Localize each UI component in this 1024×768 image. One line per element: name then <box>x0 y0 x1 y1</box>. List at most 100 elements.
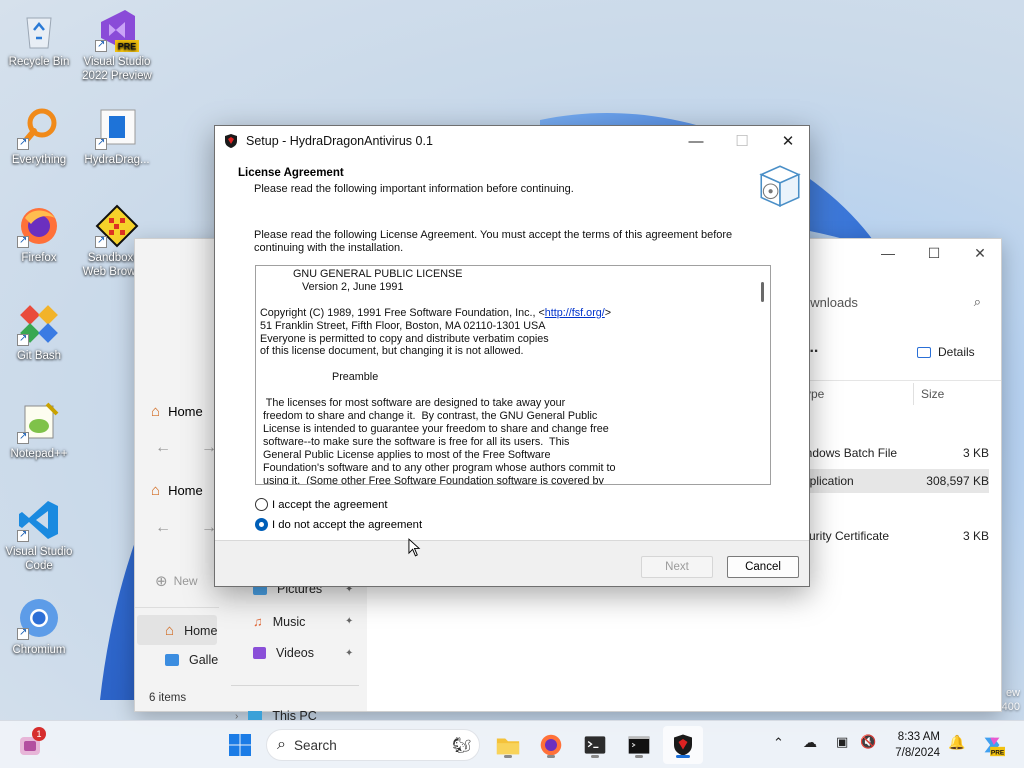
explorer-nav-pane <box>219 579 367 711</box>
search-icon: ⌕ <box>277 736 286 753</box>
taskbar-clock[interactable]: 8:33 AM 7/8/2024 <box>895 729 940 761</box>
copilot-icon: PRE <box>984 737 1005 756</box>
cancel-button[interactable]: Cancel <box>727 556 799 578</box>
radio-decline-circle[interactable] <box>255 518 268 531</box>
back-arrow-icon[interactable]: ← <box>155 519 171 537</box>
taskbar-command-prompt[interactable] <box>623 729 655 761</box>
sidebar-item-videos[interactable]: Videos <box>253 646 314 660</box>
file-row[interactable]: curity Certificate 3 KB <box>803 524 989 548</box>
desktop-icon-label: Chromium <box>12 644 66 656</box>
firefox-icon <box>540 734 562 756</box>
running-indicator <box>504 755 512 758</box>
start-button[interactable] <box>224 729 256 761</box>
desktop-icon-label: Everything <box>11 154 67 166</box>
next-button[interactable]: Next <box>641 556 713 578</box>
desktop-icon-notepad-plus-plus[interactable]: Notepad++ <box>1 400 77 461</box>
desktop-icon-label: Notepad++ <box>10 448 68 460</box>
notification-badge: 1 <box>32 727 46 741</box>
watermark-text: ew 400 <box>1001 687 1020 713</box>
taskbar-file-explorer[interactable] <box>492 729 524 761</box>
running-indicator <box>591 755 599 758</box>
pin-icon: ✦ <box>345 648 354 659</box>
gallery-icon <box>165 654 179 666</box>
file-row[interactable]: indows Batch File 3 KB <box>803 441 989 465</box>
fsf-link[interactable]: http://fsf.org/ <box>545 307 605 319</box>
taskbar-terminal[interactable] <box>579 729 611 761</box>
widgets-button[interactable]: 1 <box>14 727 46 761</box>
status-bar-item-count: 6 items <box>149 692 187 704</box>
explorer-close-button[interactable]: ✕ <box>957 245 1003 262</box>
license-text-box[interactable]: GNU GENERAL PUBLIC LICENSE Version 2, Ju… <box>255 265 771 485</box>
recycle-bin-icon <box>26 17 52 49</box>
desktop-icon-label: Git Bash <box>16 350 62 362</box>
sidebar-item-music[interactable]: ♫ Music <box>253 614 305 629</box>
sidebar-item-home-label[interactable]: ⌂ Home <box>165 622 217 639</box>
desktop-icon-firefox[interactable]: Firefox <box>1 204 77 265</box>
back-arrow-icon[interactable]: ← <box>155 439 171 457</box>
svg-text:PRE: PRE <box>991 749 1005 756</box>
tray-network-icon[interactable]: ☁ <box>803 734 817 751</box>
running-indicator <box>635 755 643 758</box>
terminal-icon <box>584 736 606 754</box>
setup-dialog[interactable]: Setup - HydraDragonAntivirus 0.1 — ☐ ✕ L… <box>214 125 810 587</box>
desktop-icon-chromium[interactable]: Chromium <box>1 596 77 657</box>
details-pane-icon <box>917 346 931 358</box>
column-divider <box>913 383 914 405</box>
desktop-icon-label: Firefox <box>21 252 57 264</box>
videos-icon <box>253 647 266 659</box>
column-header-size[interactable]: Size <box>921 387 944 401</box>
desktop-icon-recycle-bin[interactable]: Recycle Bin <box>1 8 77 69</box>
desktop-icon-visual-studio-preview[interactable]: PRE Visual Studio 2022 Preview <box>79 8 155 83</box>
page-heading: License Agreement <box>238 167 344 179</box>
dialog-maximize-button: ☐ <box>735 133 749 150</box>
windows-logo-icon <box>229 734 251 756</box>
explorer-search-box[interactable]: ownloads ⌕ <box>803 287 993 317</box>
dialog-minimize-button[interactable]: — <box>673 126 719 156</box>
radio-accept[interactable]: I accept the agreement <box>255 498 388 511</box>
sidebar-item-gallery[interactable]: Galler <box>165 653 222 667</box>
active-indicator <box>676 755 690 758</box>
tray-volume-icon[interactable]: 🔇 <box>860 734 876 750</box>
tray-overflow-chevron-icon[interactable]: ⌃ <box>773 735 784 751</box>
taskbar-hydradragon-setup[interactable] <box>667 729 699 761</box>
plus-icon: ⊕ <box>155 573 168 590</box>
command-prompt-icon <box>628 736 650 754</box>
explorer-toolbar-divider <box>803 380 1001 381</box>
explorer-minimize-button[interactable]: — <box>865 245 911 261</box>
home-icon: ⌂ <box>165 622 175 639</box>
svg-text:PRE: PRE <box>118 42 137 52</box>
taskbar-search-box[interactable]: ⌕ Search 🐿 <box>266 729 480 761</box>
desktop-icon-vscode[interactable]: Visual Studio Code <box>1 498 77 573</box>
copilot-button[interactable]: PRE <box>976 729 1008 761</box>
dialog-close-button[interactable]: ✕ <box>765 126 811 156</box>
notification-bell-icon[interactable]: 🔔 <box>948 734 965 751</box>
mouse-cursor-icon <box>408 538 421 557</box>
page-subheading: Please read the following important info… <box>254 183 574 195</box>
radio-accept-circle[interactable] <box>255 498 268 511</box>
license-scrollbar[interactable] <box>761 282 764 302</box>
license-text: GNU GENERAL PUBLIC LICENSE Version 2, Ju… <box>260 268 616 485</box>
search-icon: ⌕ <box>973 294 981 309</box>
search-highlight-icon: 🐿 <box>451 737 471 754</box>
file-row-selected[interactable]: pplication 308,597 KB <box>803 469 989 493</box>
dialog-title-bar[interactable]: Setup - HydraDragonAntivirus 0.1 — ☐ ✕ <box>215 126 809 156</box>
explorer-maximize-button[interactable]: ☐ <box>911 245 957 262</box>
desktop-icon-everything[interactable]: Everything <box>1 106 77 167</box>
home-icon: ⌂ <box>151 481 161 499</box>
details-button[interactable]: Details <box>917 345 975 359</box>
dialog-divider <box>215 540 809 541</box>
hydradragon-shield-icon <box>225 134 237 148</box>
desktop-icon-label: Visual Studio 2022 Preview <box>82 56 152 82</box>
hydradragon-shield-icon <box>674 734 692 756</box>
desktop-icon-git-bash[interactable]: Git Bash <box>1 302 77 363</box>
music-icon: ♫ <box>253 614 263 629</box>
radio-decline[interactable]: I do not accept the agreement <box>255 518 422 531</box>
installer-box-icon <box>759 165 801 208</box>
new-button[interactable]: ⊕ New <box>155 572 198 590</box>
taskbar-firefox[interactable] <box>535 729 567 761</box>
tray-display-icon[interactable]: ▣ <box>836 734 848 750</box>
desktop-icon-hydradragon[interactable]: HydraDrag... <box>79 106 155 167</box>
sidebar-divider <box>231 685 359 686</box>
desktop-icon-label: Recycle Bin <box>8 56 70 68</box>
home-icon: ⌂ <box>151 402 161 420</box>
